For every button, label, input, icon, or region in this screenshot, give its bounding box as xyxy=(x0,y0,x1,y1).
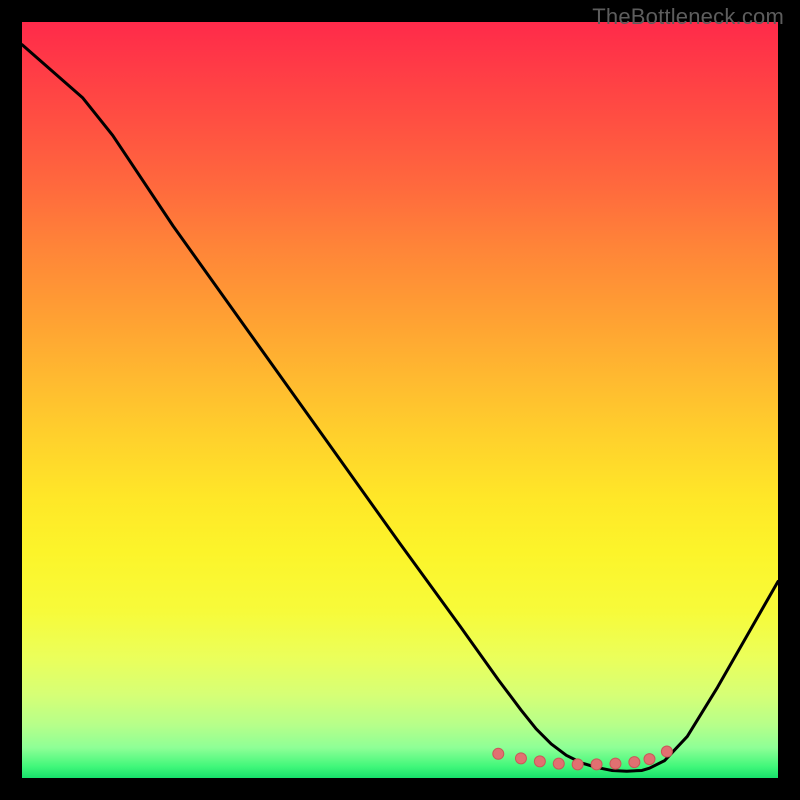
chart-marker xyxy=(644,754,655,765)
chart-line xyxy=(22,45,778,772)
chart-marker xyxy=(661,746,672,757)
chart-frame: TheBottleneck.com xyxy=(0,0,800,800)
chart-svg xyxy=(22,22,778,778)
chart-marker xyxy=(515,753,526,764)
chart-marker xyxy=(493,748,504,759)
chart-marker xyxy=(610,758,621,769)
watermark-text: TheBottleneck.com xyxy=(592,4,784,30)
chart-markers xyxy=(493,746,673,770)
chart-marker xyxy=(534,756,545,767)
chart-marker xyxy=(629,757,640,768)
chart-marker xyxy=(591,759,602,770)
chart-marker xyxy=(553,758,564,769)
chart-marker xyxy=(572,759,583,770)
